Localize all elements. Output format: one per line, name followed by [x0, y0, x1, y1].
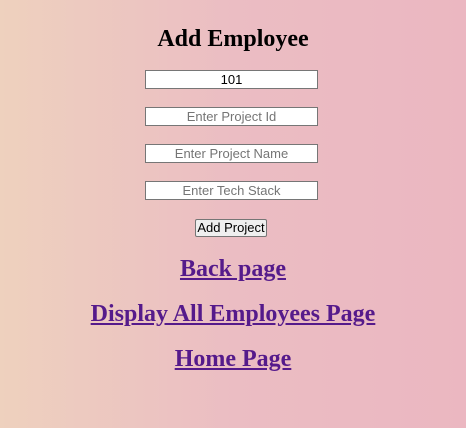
- back-page-link[interactable]: Back page: [0, 254, 466, 284]
- display-all-employees-link[interactable]: Display All Employees Page: [0, 299, 466, 329]
- project-id-input[interactable]: [145, 107, 318, 126]
- add-project-button[interactable]: Add Project: [195, 219, 267, 237]
- employee-id-input[interactable]: [145, 70, 318, 89]
- project-name-input[interactable]: [145, 144, 318, 163]
- tech-stack-input[interactable]: [145, 181, 318, 200]
- home-page-link[interactable]: Home Page: [0, 344, 466, 374]
- page-title: Add Employee: [157, 26, 309, 52]
